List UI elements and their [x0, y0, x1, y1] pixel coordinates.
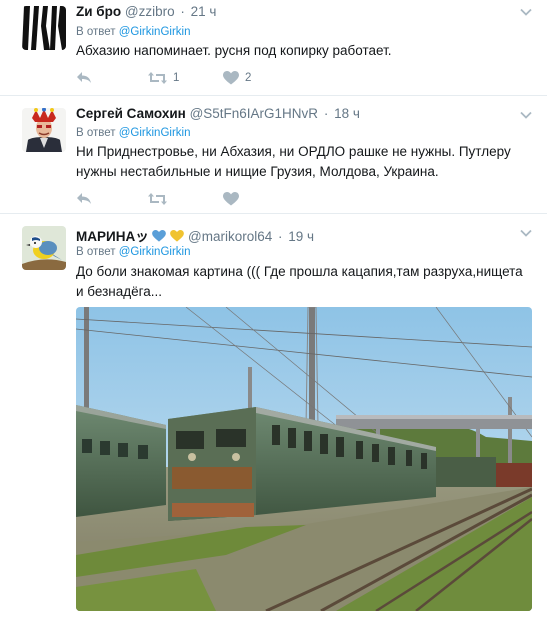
timestamp[interactable]: 18 ч [334, 106, 360, 121]
heart-icon [223, 71, 239, 85]
retweet-icon [148, 193, 167, 205]
display-name[interactable]: МАРИНА [76, 229, 135, 244]
chevron-down-icon[interactable] [519, 5, 533, 19]
separator-dot: · [180, 4, 185, 19]
reply-icon [77, 193, 91, 204]
tweet: Zи бро @zzibro · 21 ч В ответ @GirkinGir… [0, 0, 547, 96]
timestamp[interactable]: 21 ч [191, 4, 217, 19]
heart-icon [223, 192, 239, 206]
like-button[interactable]: 2 [223, 69, 251, 87]
reply-context: В ответ @GirkinGirkin [76, 246, 191, 258]
avatar[interactable] [22, 108, 66, 152]
tweet: Сергей Самохин @S5tFn6IArG1HNvR · 18 ч В… [0, 96, 547, 214]
reply-prefix: В ответ [76, 127, 116, 139]
retweet-button[interactable]: 1 [148, 69, 179, 87]
tweet-header: Сергей Самохин @S5tFn6IArG1HNvR · 18 ч [76, 106, 360, 121]
like-button[interactable] [223, 190, 239, 208]
reply-to-link[interactable]: @GirkinGirkin [119, 26, 191, 38]
avatar[interactable] [22, 6, 66, 50]
reply-button[interactable] [76, 69, 92, 87]
username[interactable]: @zzibro [125, 4, 175, 19]
display-name[interactable]: Сергей Самохин [76, 106, 186, 121]
like-count: 2 [245, 72, 252, 84]
reply-prefix: В ответ [76, 246, 116, 258]
separator-dot: · [323, 106, 329, 121]
tweet-header: МАРИНАッ @marikorol64 · 19 ч [76, 225, 314, 245]
chevron-down-icon[interactable] [519, 108, 533, 122]
tweet-text: Ни Приднестровье, ни Абхазия, ни ОРДЛО р… [76, 144, 511, 179]
timestamp[interactable]: 19 ч [288, 229, 314, 244]
tweet-header: Zи бро @zzibro · 21 ч [76, 4, 216, 19]
tweet-photo[interactable] [76, 307, 532, 611]
avatar[interactable] [22, 226, 66, 270]
retweet-icon [148, 72, 167, 84]
reply-to-link[interactable]: @GirkinGirkin [119, 246, 191, 258]
tweet-actions [76, 190, 276, 208]
name-symbol: ッ [135, 229, 149, 244]
reply-button[interactable] [76, 190, 92, 208]
tweet-actions: 1 2 [76, 69, 276, 87]
retweet-button[interactable] [148, 190, 167, 208]
retweet-count: 1 [173, 72, 180, 84]
username[interactable]: @S5tFn6IArG1HNvR [190, 106, 319, 121]
tweet-text: Абхазию напоминает. русня под копирку ра… [76, 43, 392, 58]
chevron-down-icon[interactable] [519, 226, 533, 240]
yellow-heart-icon [170, 229, 188, 244]
tweet-text: До боли знакомая картина ((( Где прошла … [76, 264, 523, 299]
blue-heart-icon [152, 229, 170, 244]
separator-dot: · [278, 229, 283, 244]
reply-prefix: В ответ [76, 26, 116, 38]
reply-icon [77, 72, 91, 83]
reply-context: В ответ @GirkinGirkin [76, 26, 191, 38]
username[interactable]: @marikorol64 [188, 229, 272, 244]
reply-to-link[interactable]: @GirkinGirkin [119, 127, 191, 139]
display-name[interactable]: Zи бро [76, 4, 121, 19]
reply-context: В ответ @GirkinGirkin [76, 127, 191, 139]
